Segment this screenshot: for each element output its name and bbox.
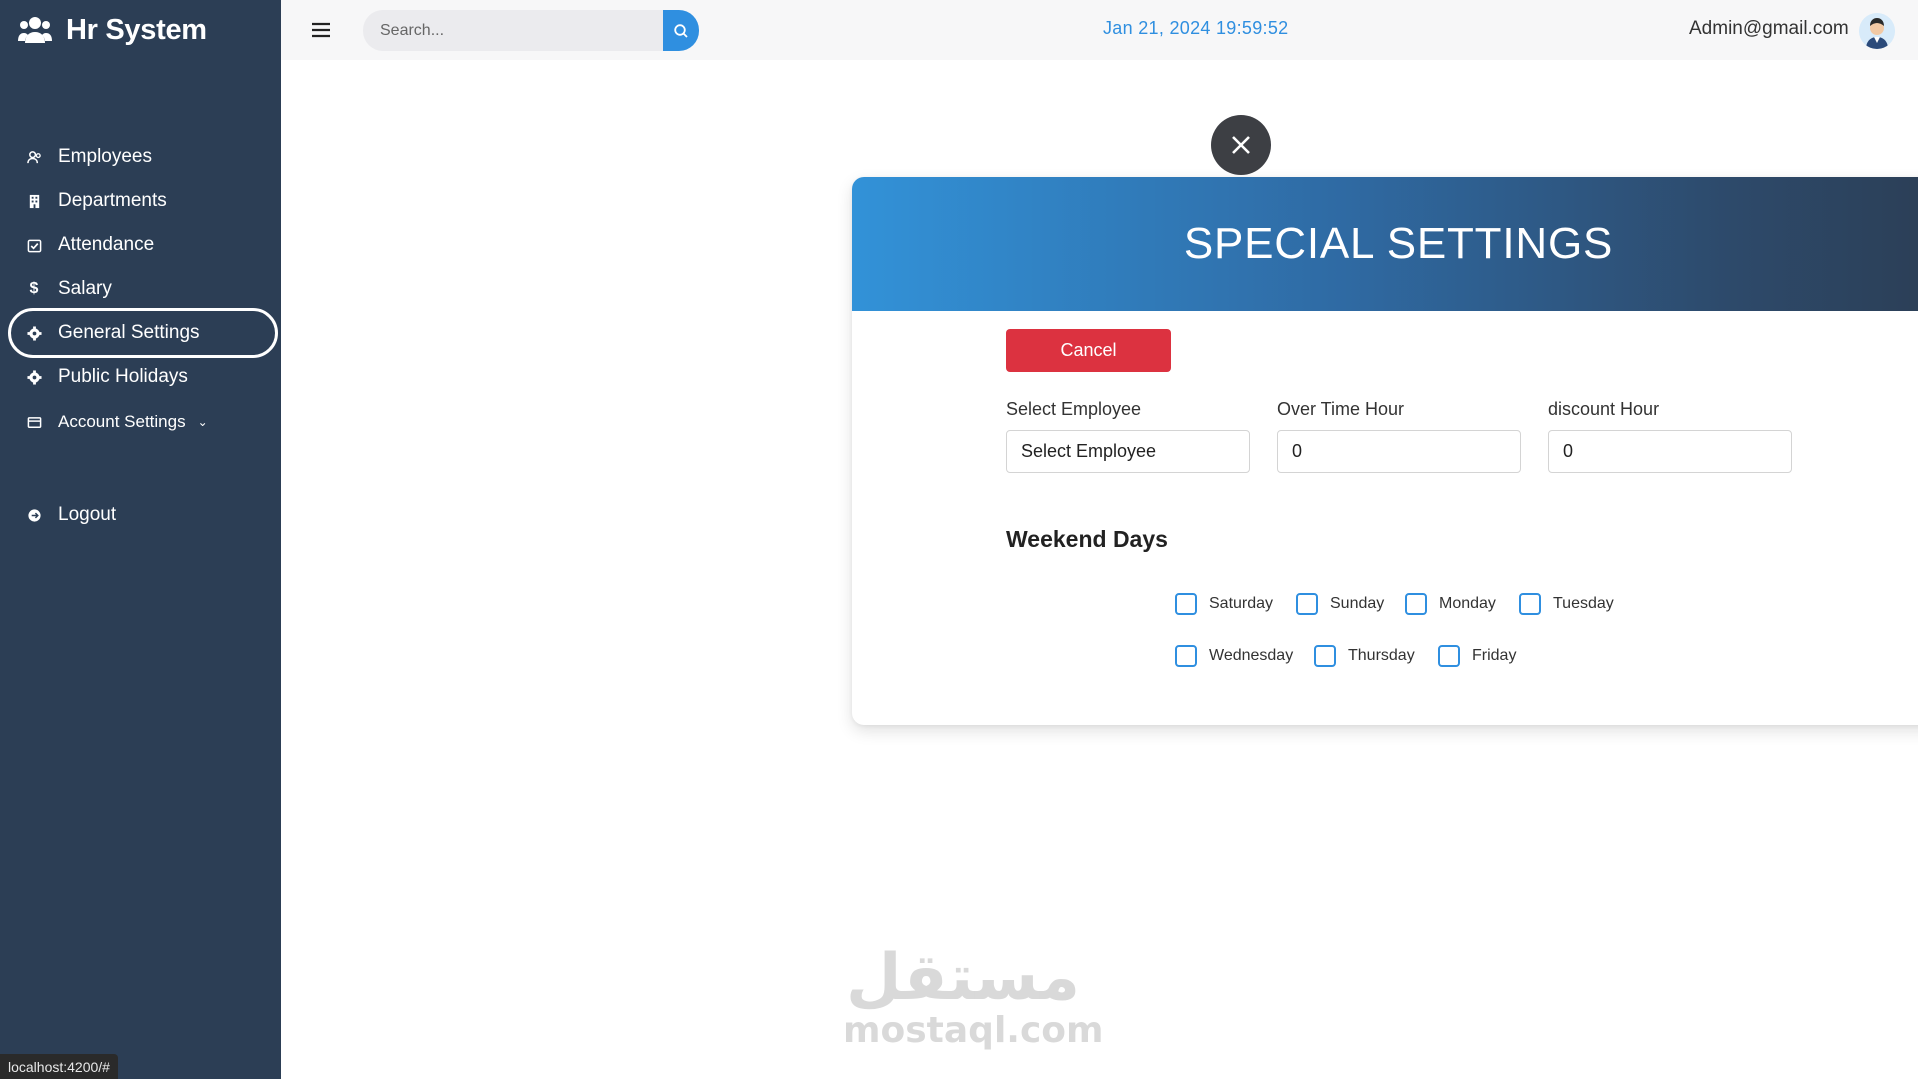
- day-checkbox-monday[interactable]: Monday: [1405, 593, 1496, 615]
- discount-label: discount Hour: [1548, 399, 1660, 419]
- day-checkbox-tuesday[interactable]: Tuesday: [1519, 593, 1614, 615]
- topbar: Jan 21, 2024 19:59:52 Admin@gmail.com: [281, 0, 1918, 60]
- modal-title: SPECIAL SETTINGS: [1183, 219, 1614, 268]
- discount-input[interactable]: 0: [1548, 430, 1792, 473]
- brand[interactable]: Hr System: [18, 10, 207, 50]
- sidebar-item-salary[interactable]: $ Salary: [8, 266, 278, 312]
- sidebar-item-label: Departments: [58, 190, 167, 211]
- dollar-icon: $: [29, 280, 39, 297]
- day-label: Friday: [1472, 647, 1517, 664]
- watermark-arabic: مستقل: [845, 941, 1081, 1015]
- select-employee-field: Select Employee Select Employee: [1006, 399, 1250, 473]
- day-label: Tuesday: [1553, 595, 1614, 612]
- sidebar-item-public-holidays[interactable]: Public Holidays: [8, 354, 278, 400]
- select-employee-dropdown[interactable]: Select Employee: [1006, 430, 1250, 473]
- close-modal-button[interactable]: [1211, 115, 1271, 175]
- weekend-days-title: Weekend Days: [1006, 526, 1168, 552]
- checkbox[interactable]: [1314, 645, 1336, 667]
- browser-status-url: localhost:4200/#: [0, 1054, 118, 1079]
- overtime-input[interactable]: 0: [1277, 430, 1521, 473]
- sidebar-item-departments[interactable]: Departments: [8, 178, 278, 224]
- modal-header: SPECIAL SETTINGS: [852, 177, 1918, 311]
- checkbox[interactable]: [1175, 593, 1197, 615]
- day-checkbox-sunday[interactable]: Sunday: [1296, 593, 1384, 615]
- search-bar: [363, 10, 703, 51]
- cancel-button[interactable]: Cancel: [1006, 329, 1171, 372]
- day-label: Thursday: [1348, 647, 1415, 664]
- overtime-field: Over Time Hour 0: [1277, 399, 1521, 473]
- sidebar-item-label: Logout: [58, 504, 117, 525]
- avatar[interactable]: [1859, 13, 1895, 49]
- users-icon: [26, 149, 42, 165]
- select-employee-label: Select Employee: [1006, 399, 1142, 419]
- day-checkbox-wednesday[interactable]: Wednesday: [1175, 645, 1293, 667]
- day-checkbox-saturday[interactable]: Saturday: [1175, 593, 1273, 615]
- day-checkbox-friday[interactable]: Friday: [1438, 645, 1516, 667]
- checkbox[interactable]: [1438, 645, 1460, 667]
- watermark: مستقل mostaql.com: [843, 941, 1104, 1051]
- day-label: Sunday: [1330, 595, 1385, 612]
- chevron-down-icon: ⌄: [197, 415, 208, 429]
- sidebar-item-logout[interactable]: Logout: [8, 492, 278, 538]
- sidebar-item-attendance[interactable]: Attendance: [8, 222, 278, 268]
- checkbox[interactable]: [1175, 645, 1197, 667]
- sidebar-item-employees[interactable]: Employees: [8, 134, 278, 180]
- user-email[interactable]: Admin@gmail.com: [1689, 18, 1849, 40]
- day-label: Monday: [1439, 595, 1496, 612]
- search-button[interactable]: [663, 10, 699, 51]
- sidebar-item-label: Attendance: [58, 234, 155, 255]
- gear-icon: [26, 369, 42, 385]
- search-icon: [674, 23, 688, 38]
- sidebar-item-account-settings[interactable]: Account Settings ⌄: [8, 399, 278, 445]
- building-icon: [26, 193, 42, 209]
- gear-icon: [26, 325, 42, 341]
- sidebar-item-label: General Settings: [58, 322, 200, 343]
- checkbox[interactable]: [1296, 593, 1318, 615]
- day-checkbox-thursday[interactable]: Thursday: [1314, 645, 1415, 667]
- watermark-latin: mostaql.com: [843, 1010, 1104, 1051]
- sidebar-item-label: Salary: [58, 278, 112, 299]
- calendar-check-icon: [26, 237, 42, 253]
- sidebar-item-label: Account Settings: [58, 412, 186, 431]
- id-card-icon: [26, 414, 42, 430]
- sidebar-item-label: Public Holidays: [58, 366, 188, 387]
- day-label: Wednesday: [1209, 647, 1294, 664]
- hamburger-menu-icon[interactable]: [309, 18, 333, 42]
- checkbox[interactable]: [1405, 593, 1427, 615]
- search-input[interactable]: [363, 10, 663, 51]
- main-content: SPECIAL SETTINGS Cancel Select Employee …: [281, 60, 1918, 1079]
- close-icon: [1232, 136, 1250, 154]
- checkbox[interactable]: [1519, 593, 1541, 615]
- day-label: Saturday: [1209, 595, 1274, 612]
- sidebar: Hr System Employees Departments Attendan…: [0, 0, 281, 1079]
- current-datetime: Jan 21, 2024 19:59:52: [1103, 18, 1289, 38]
- discount-field: discount Hour 0: [1548, 399, 1792, 473]
- special-settings-modal: SPECIAL SETTINGS Cancel Select Employee …: [852, 177, 1918, 725]
- users-group-icon: [18, 15, 52, 45]
- overtime-label: Over Time Hour: [1277, 399, 1405, 419]
- logout-icon: [26, 507, 42, 523]
- app-title: Hr System: [66, 13, 207, 46]
- sidebar-item-general-settings[interactable]: General Settings: [8, 308, 278, 358]
- sidebar-item-label: Employees: [58, 146, 152, 167]
